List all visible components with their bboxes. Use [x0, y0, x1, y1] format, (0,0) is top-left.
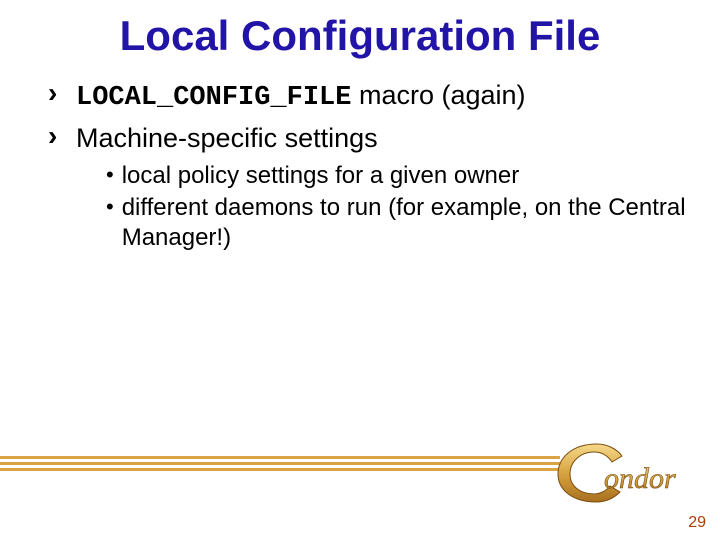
bullet-text: Machine-specific settings: [76, 121, 378, 155]
slide: Local Configuration File › LOCAL_CONFIG_…: [0, 0, 720, 540]
logo-text: ondor: [604, 462, 676, 495]
divider-line: [0, 462, 560, 465]
bullet-text: LOCAL_CONFIG_FILE macro (again): [76, 78, 526, 115]
sub-bullet-text: different daemons to run (for example, o…: [122, 193, 690, 253]
sub-bullet-item: • local policy settings for a given owne…: [106, 161, 690, 191]
bullet-item: › LOCAL_CONFIG_FILE macro (again): [48, 78, 690, 115]
sub-bullet-list: • local policy settings for a given owne…: [48, 161, 690, 253]
chevron-icon: ›: [48, 78, 66, 108]
sub-bullet-text: local policy settings for a given owner: [122, 161, 520, 191]
bullet-dot-icon: •: [106, 161, 114, 189]
condor-logo: ondor: [552, 436, 702, 506]
code-macro: LOCAL_CONFIG_FILE: [76, 83, 351, 113]
divider-line: [0, 468, 560, 471]
bullet-item: › Machine-specific settings: [48, 121, 690, 155]
sub-bullet-item: • different daemons to run (for example,…: [106, 193, 690, 253]
divider-line: [0, 456, 560, 459]
slide-title: Local Configuration File: [30, 12, 690, 60]
slide-content: › LOCAL_CONFIG_FILE macro (again) › Mach…: [30, 78, 690, 253]
footer-divider: [0, 456, 560, 474]
chevron-icon: ›: [48, 121, 66, 151]
page-number: 29: [688, 514, 706, 532]
bullet-rest: macro (again): [351, 80, 525, 110]
bullet-dot-icon: •: [106, 193, 114, 221]
